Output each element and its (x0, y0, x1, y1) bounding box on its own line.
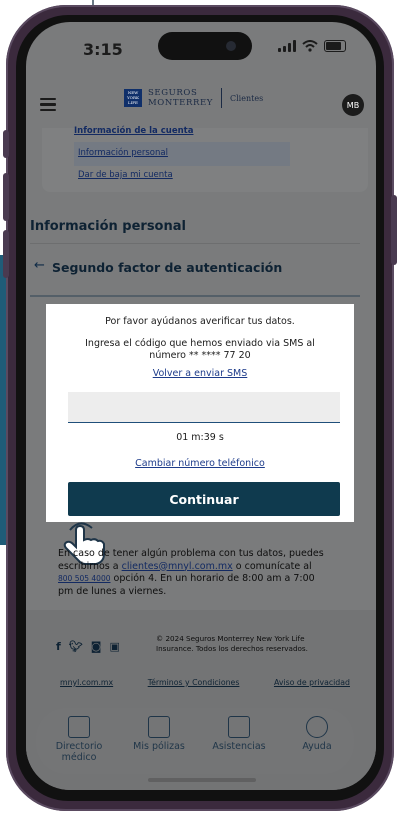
verification-code-input[interactable] (68, 392, 340, 423)
bottom-tab-bar: Directorio médico Mis pólizas Asistencia… (36, 708, 354, 774)
help-text: En caso de tener algún problema con tus … (58, 548, 358, 598)
camera-icon (226, 41, 236, 51)
phone-volume-down (3, 230, 9, 278)
arrow-left-icon[interactable]: ← (34, 258, 45, 273)
two-factor-title: Segundo factor de autenticación (52, 260, 283, 275)
brand-name: SEGUROS MONTERREY (148, 88, 213, 108)
status-time: 3:15 (83, 40, 123, 59)
help-line-3: 800 505 4000 opción 4. En un horario de … (58, 573, 315, 584)
app-header: NEW YORK LIFE SEGUROS MONTERREY Clientes… (26, 78, 376, 128)
resend-sms-link[interactable]: Volver a enviar SMS (46, 368, 354, 379)
wifi-icon (302, 40, 318, 52)
modal-instruction: Por favor ayúdanos averificar tus datos. (105, 316, 295, 327)
tab-label: Directorio (55, 741, 103, 752)
tab-label: Mis pólizas (133, 741, 185, 752)
footer-links: mnyl.com.mx Términos y Condiciones Aviso… (60, 678, 350, 687)
social-links: f 🐦︎ ◙ ▣ (56, 640, 120, 653)
status-icons (278, 40, 346, 52)
modal-sms-text-2: número ** **** 77 20 (149, 350, 251, 361)
continue-button[interactable]: Continuar (68, 482, 340, 516)
countdown-timer: 01 m:39 s (176, 432, 224, 443)
facebook-icon[interactable]: f (56, 640, 61, 653)
verification-modal: Por favor ayúdanos averificar tus datos.… (46, 304, 354, 522)
logo-divider (221, 88, 222, 108)
account-info-link[interactable]: Información de la cuenta (74, 126, 193, 136)
hamburger-menu-icon[interactable] (40, 98, 56, 112)
medical-directory-icon (68, 716, 90, 738)
footer-link-home[interactable]: mnyl.com.mx (60, 678, 113, 687)
help-icon (306, 716, 328, 738)
footer-link-privacy[interactable]: Aviso de privacidad (274, 678, 350, 687)
brand-logo[interactable]: NEW YORK LIFE SEGUROS MONTERREY Clientes (124, 88, 263, 108)
avatar[interactable]: MB (342, 94, 364, 116)
page-title: Información personal (30, 219, 186, 234)
assistance-icon (228, 716, 250, 738)
brand-sub: Clientes (230, 93, 264, 103)
help-line-4: pm de lunes a viernes. (58, 585, 167, 597)
signal-icon (278, 40, 296, 52)
policies-icon (148, 716, 170, 738)
phone-volume-up (3, 173, 9, 221)
twitter-icon[interactable]: 🐦︎ (69, 640, 83, 653)
dynamic-island (158, 32, 252, 60)
phone-screen: 3:15 NEW YORK LIFE SEGUROS MONTERREY Cli… (26, 22, 376, 790)
phone-power-button (391, 195, 397, 265)
tab-policies[interactable]: Mis pólizas (124, 716, 194, 752)
battery-icon (324, 40, 346, 52)
phone-link[interactable]: 800 505 4000 (58, 574, 111, 583)
email-link[interactable]: clientes@mnyl.com.mx (122, 561, 233, 572)
instagram-icon[interactable]: ◙ (91, 640, 102, 653)
divider (30, 295, 360, 297)
delete-account-link[interactable]: Dar de baja mi cuenta (78, 170, 173, 180)
tab-assistance[interactable]: Asistencias (204, 716, 274, 752)
account-info-card: Información de la cuenta Información per… (42, 126, 368, 192)
help-line-1: En caso de tener algún problema con tus … (58, 548, 324, 559)
status-bar: 3:15 (26, 22, 376, 74)
personal-info-link[interactable]: Información personal (78, 148, 168, 158)
tab-medical-directory[interactable]: Directorio médico (44, 716, 114, 763)
help-line-2: escribirnos a clientes@mnyl.com.mx o com… (58, 560, 312, 572)
phone-side-button (3, 130, 9, 158)
copyright-text: © 2024 Seguros Monterrey New York Life I… (156, 634, 308, 653)
two-factor-header: ← Segundo factor de autenticación (30, 243, 360, 290)
footer-link-terms[interactable]: Términos y Condiciones (148, 678, 240, 687)
linkedin-icon[interactable]: ▣ (109, 640, 119, 653)
tab-label: Ayuda (302, 741, 332, 752)
change-number-link[interactable]: Cambiar número teléfonico (46, 458, 354, 469)
brand-line-1: SEGUROS (148, 88, 198, 98)
home-indicator (148, 778, 256, 782)
modal-sms-text-1: Ingresa el código que hemos enviado via … (85, 338, 315, 349)
brand-line-2: MONTERREY (148, 98, 213, 108)
tab-label: Asistencias (212, 741, 266, 752)
logo-mark: NEW YORK LIFE (124, 89, 142, 107)
tab-label: médico (61, 752, 97, 763)
tab-help[interactable]: Ayuda (282, 716, 352, 752)
